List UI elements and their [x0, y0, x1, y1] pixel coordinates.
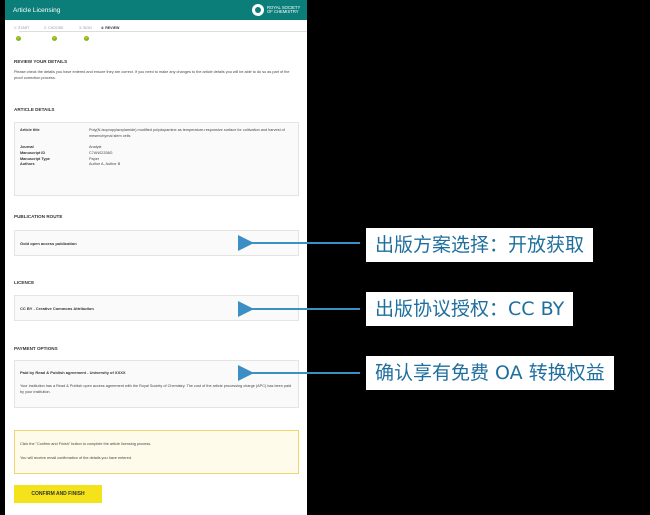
annotation-licence: 出版协议授权：CC BY	[366, 292, 574, 326]
annotation-payment: 确认享有免费 OA 转换权益	[366, 356, 614, 390]
annotation-route: 出版方案选择：开放获取	[366, 228, 594, 262]
